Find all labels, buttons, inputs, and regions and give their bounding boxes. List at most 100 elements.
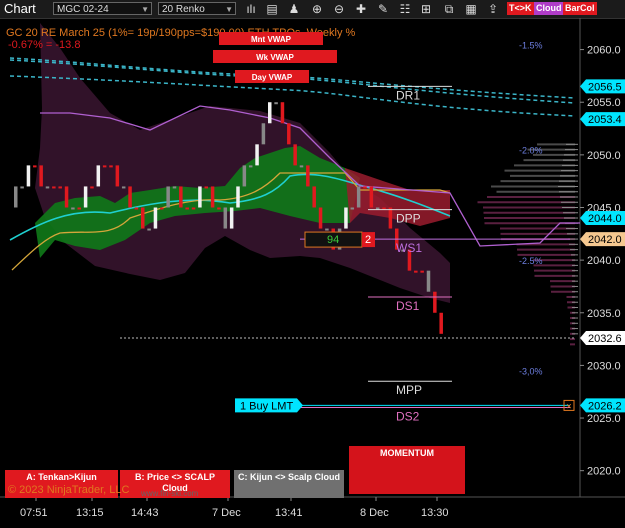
price-flag-label: 2053.4 bbox=[588, 114, 622, 126]
barcol-toggle-button[interactable]: BarCol bbox=[563, 2, 597, 15]
renko-brick bbox=[26, 165, 31, 187]
renko-brick bbox=[236, 186, 240, 208]
y-tick-label: 2025.0 bbox=[587, 413, 621, 425]
renko-brick bbox=[248, 165, 253, 168]
renko-brick bbox=[420, 270, 424, 273]
percent-label: -2.5% bbox=[519, 256, 543, 266]
percent-label: -1.5% bbox=[519, 40, 543, 50]
renko-brick bbox=[58, 186, 62, 189]
drawing-tools-icon[interactable]: ✎ bbox=[375, 1, 391, 17]
price-chart[interactable]: DR1 DPP WS1 DS1 MPP DS2 -1.5% -2.0% -2.5% -3,0% 2… bbox=[0, 18, 625, 528]
y-tick-label: 2060.0 bbox=[587, 45, 621, 57]
renko-brick bbox=[147, 228, 151, 231]
pivot-label-dpp: DPP bbox=[396, 212, 421, 226]
cloud-toggle-button[interactable]: Cloud bbox=[534, 2, 564, 15]
renko-brick bbox=[318, 207, 323, 229]
renko-brick bbox=[363, 186, 367, 189]
y-tick-label: 2055.0 bbox=[587, 97, 621, 109]
renko-brick bbox=[191, 207, 196, 210]
renko-brick bbox=[356, 186, 361, 208]
tk-toggle-button[interactable]: T<>K bbox=[507, 2, 534, 15]
instrument-select[interactable]: MGC 02-24 ▼ bbox=[53, 2, 152, 15]
price-flag-label: 2042.0 bbox=[588, 234, 622, 246]
x-tick-label: 7 Dec bbox=[212, 507, 241, 519]
renko-brick bbox=[96, 165, 101, 187]
renko-brick bbox=[306, 165, 310, 187]
share-icon[interactable]: ⇪ bbox=[485, 1, 501, 17]
percent-label: -2.0% bbox=[519, 146, 543, 156]
pivot-label-ws1: WS1 bbox=[396, 241, 422, 255]
renko-brick bbox=[312, 186, 316, 208]
strategies-icon[interactable]: ♟ bbox=[286, 1, 302, 17]
cancel-order-glyph: × bbox=[566, 401, 572, 412]
x-tick-label: 13:15 bbox=[76, 507, 104, 519]
price-flag-label: 2044.0 bbox=[588, 213, 622, 225]
renko-brick bbox=[369, 186, 374, 208]
x-tick-label: 13:41 bbox=[275, 507, 303, 519]
renko-brick bbox=[217, 207, 221, 210]
renko-brick bbox=[433, 291, 437, 313]
vwap-label: Mnt VWAP bbox=[251, 35, 292, 44]
chevron-down-icon: ▼ bbox=[141, 5, 149, 14]
close-position-label: 2 bbox=[365, 234, 371, 246]
renko-brick bbox=[128, 186, 132, 208]
chevron-down-icon: ▼ bbox=[225, 5, 233, 14]
renko-brick bbox=[185, 207, 189, 210]
copyright-text: © 2023 NinjaTrader, LLC bbox=[8, 484, 129, 496]
grid-icon[interactable]: ⊞ bbox=[418, 1, 434, 17]
zoom-in-icon[interactable]: ⊕ bbox=[309, 1, 325, 17]
renko-brick bbox=[90, 186, 94, 189]
bar-type-value: 20 Renko bbox=[162, 4, 205, 15]
renko-brick bbox=[242, 165, 247, 187]
buy-limit-label: 1 Buy LMT bbox=[240, 400, 293, 412]
renko-brick bbox=[45, 186, 50, 189]
chart-trader-icon[interactable]: ⧉ bbox=[441, 1, 457, 17]
x-tick-label: 8 Dec bbox=[360, 507, 389, 519]
renko-brick bbox=[223, 207, 228, 229]
renko-brick bbox=[293, 144, 297, 166]
properties-icon[interactable]: ☷ bbox=[397, 1, 413, 17]
renko-brick bbox=[280, 102, 285, 124]
renko-brick bbox=[261, 123, 266, 145]
zoom-out-icon[interactable]: ⊖ bbox=[331, 1, 347, 17]
signal-panel-label: B: Price <> SCALP bbox=[135, 472, 215, 482]
crosshair-icon[interactable]: ✚ bbox=[353, 1, 369, 17]
renko-brick bbox=[71, 207, 75, 210]
renko-brick bbox=[268, 102, 272, 124]
position-qty: 94 bbox=[327, 234, 339, 246]
renko-brick bbox=[255, 144, 259, 166]
vwap-label: Day VWAP bbox=[252, 73, 293, 82]
data-box-icon[interactable]: ▦ bbox=[463, 1, 479, 17]
y-tick-label: 2040.0 bbox=[587, 255, 621, 267]
pivot-label-mpp: MPP bbox=[396, 383, 422, 397]
renko-brick bbox=[64, 186, 69, 208]
renko-brick bbox=[33, 165, 37, 168]
renko-brick bbox=[274, 102, 278, 105]
renko-brick bbox=[153, 207, 158, 229]
pivot-label-dr1: DR1 bbox=[396, 88, 420, 102]
watermark-text: www.fin-ski.com bbox=[140, 489, 199, 498]
renko-brick bbox=[388, 207, 393, 229]
renko-brick bbox=[198, 186, 202, 208]
renko-brick bbox=[204, 186, 208, 189]
bar-style-icon[interactable]: ılı bbox=[243, 1, 259, 17]
y-tick-label: 2050.0 bbox=[587, 150, 621, 162]
renko-brick bbox=[344, 207, 348, 229]
renko-brick bbox=[210, 186, 215, 208]
x-tick-label: 14:43 bbox=[131, 507, 159, 519]
momentum-label: MOMENTUM bbox=[380, 448, 434, 458]
renko-brick bbox=[439, 312, 443, 334]
percent-label: -3,0% bbox=[519, 367, 543, 377]
window-title: Chart bbox=[4, 1, 36, 16]
renko-brick bbox=[115, 165, 120, 187]
chart-toolbar: Chart MGC 02-24 ▼ 20 Renko ▼ ılı ▤ ♟ ⊕ ⊖… bbox=[0, 0, 625, 19]
renko-brick bbox=[83, 186, 88, 208]
renko-brick bbox=[39, 165, 43, 187]
percent-change: -0.67% = -13.8 bbox=[8, 39, 80, 51]
indicators-icon[interactable]: ▤ bbox=[264, 1, 280, 17]
renko-brick bbox=[426, 270, 431, 292]
y-tick-label: 2020.0 bbox=[587, 466, 621, 478]
renko-brick bbox=[160, 207, 164, 210]
bar-type-select[interactable]: 20 Renko ▼ bbox=[158, 2, 236, 15]
pivot-label-ds1: DS1 bbox=[396, 299, 420, 313]
